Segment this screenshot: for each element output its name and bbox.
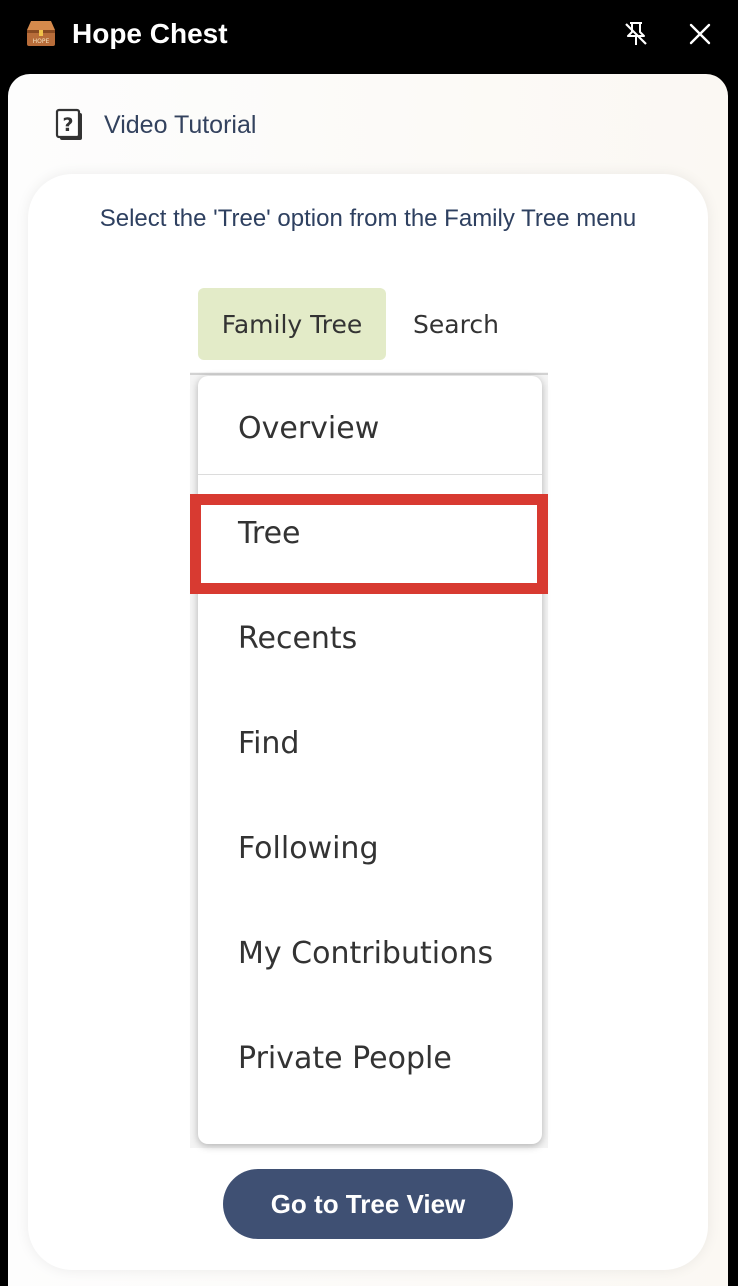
menu-item-tree[interactable]: Tree bbox=[198, 481, 542, 586]
title-bar: HOPE Hope Chest bbox=[0, 0, 738, 70]
menu-item-overview[interactable]: Overview bbox=[198, 376, 542, 481]
main-panel: ? Video Tutorial Select the 'Tree' optio… bbox=[8, 74, 728, 1286]
nav-divider bbox=[190, 373, 548, 375]
menu-item-following[interactable]: Following bbox=[198, 796, 542, 901]
menu-item-my-contributions[interactable]: My Contributions bbox=[198, 901, 542, 1006]
svg-text:?: ? bbox=[62, 114, 73, 136]
app-title: Hope Chest bbox=[72, 18, 228, 49]
menu-item-private-people[interactable]: Private People bbox=[198, 1006, 542, 1111]
svg-text:HOPE: HOPE bbox=[33, 38, 50, 45]
family-tree-dropdown: Overview Tree Recents Find Following My … bbox=[198, 376, 542, 1144]
unpin-icon bbox=[625, 22, 647, 45]
go-to-tree-view-button[interactable]: Go to Tree View bbox=[223, 1169, 513, 1239]
tab-family-tree[interactable]: Family Tree bbox=[198, 288, 386, 360]
video-tutorial-label: Video Tutorial bbox=[104, 110, 257, 139]
tab-search[interactable]: Search bbox=[404, 288, 508, 360]
menu-item-recents[interactable]: Recents bbox=[198, 586, 542, 691]
video-tutorial-link[interactable]: ? Video Tutorial bbox=[54, 108, 256, 142]
close-icon bbox=[689, 23, 711, 45]
treasure-chest-icon: HOPE bbox=[27, 21, 55, 46]
step-instruction: Select the 'Tree' option from the Family… bbox=[99, 205, 637, 232]
menu-screenshot: Family Tree Search Overview Tree Recents… bbox=[190, 284, 548, 1148]
menu-item-find[interactable]: Find bbox=[198, 691, 542, 796]
step-card: Select the 'Tree' option from the Family… bbox=[28, 174, 708, 1270]
help-book-icon: ? bbox=[55, 108, 82, 140]
unpin-button[interactable] bbox=[616, 14, 656, 54]
close-button[interactable] bbox=[680, 14, 720, 54]
